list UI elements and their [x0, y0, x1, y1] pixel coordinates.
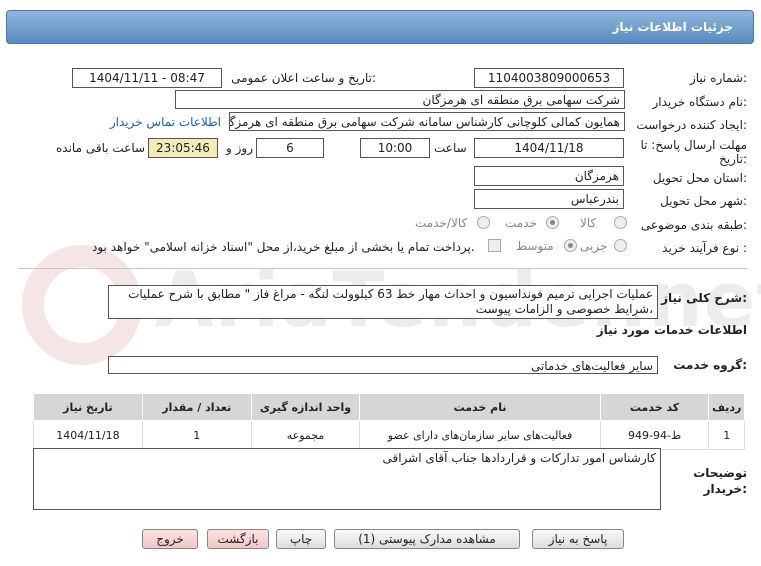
table-header-row: ردیف کد خدمت نام خدمت واحد اندازه گیری ت…: [33, 393, 745, 421]
col-qty: تعداد / مقدار: [141, 393, 252, 421]
category-radio-service[interactable]: [546, 216, 559, 229]
view-documents-button[interactable]: مشاهده مدارک پیوستی (1): [334, 529, 520, 549]
creator-field: همایون کمالی کلوچانی کارشناس سامانه شرکت…: [229, 112, 625, 131]
cell-unit: مجموعه: [250, 420, 361, 450]
table-row: 1 ط-94-949 فعالیت‌های سایر سازمان‌های دا…: [33, 420, 745, 450]
col-code: کد خدمت: [599, 393, 710, 421]
need-number-label: شماره نیاز:: [689, 71, 747, 85]
buyer-org-label: نام دستگاه خریدار:: [652, 95, 748, 109]
cell-date: 1404/11/18: [33, 420, 143, 450]
page-title: جزئیات اطلاعات نیاز: [612, 20, 733, 34]
col-name: نام خدمت: [359, 393, 601, 421]
treasury-checkbox[interactable]: [488, 239, 501, 252]
creator-label: ایجاد کننده درخواست:: [636, 118, 747, 132]
province-label: استان محل تحویل:: [652, 171, 747, 185]
cell-name: فعالیت‌های سایر سازمان‌های دارای عضو: [359, 420, 601, 450]
service-group-label: گروه خدمت:: [673, 358, 747, 372]
service-group-field: سایر فعالیت‌های خدماتی: [108, 356, 658, 374]
description-label: شرح کلی نیاز:: [661, 291, 747, 305]
cell-row: 1: [708, 420, 745, 450]
reply-button[interactable]: پاسخ به نیاز: [532, 529, 624, 549]
city-label: شهر محل تحویل:: [660, 194, 747, 208]
exit-button[interactable]: خروج: [142, 529, 198, 549]
days-field: 6: [256, 138, 324, 158]
print-button[interactable]: چاپ: [276, 529, 326, 549]
category-label: طبقه بندی موضوعی:: [640, 218, 747, 232]
process-medium-label: متوسط: [516, 239, 554, 253]
cell-code: ط-94-949: [599, 420, 710, 450]
category-radio-goods-service[interactable]: [477, 216, 490, 229]
remaining-label: ساعت باقی مانده: [56, 141, 146, 155]
buyer-notes-label: توضیحات خریدار:: [693, 466, 747, 496]
city-field: بندرعباس: [474, 189, 624, 209]
category-goods-service-label: کالا/خدمت: [415, 216, 468, 230]
page-title-bar: جزئیات اطلاعات نیاز: [6, 10, 754, 44]
services-table: ردیف کد خدمت نام خدمت واحد اندازه گیری ت…: [33, 393, 745, 450]
divider: [18, 268, 748, 269]
buyer-contact-link[interactable]: اطلاعات تماس خریدار: [110, 115, 221, 129]
col-row: ردیف: [708, 393, 745, 421]
province-field: هرمزگان: [474, 166, 624, 186]
buyer-notes-textarea[interactable]: کارشناس امور تدارکات و قراردادها جناب آق…: [33, 448, 661, 510]
process-radio-minor[interactable]: [614, 239, 627, 252]
services-section-title: اطلاعات خدمات مورد نیاز: [596, 323, 747, 337]
process-label: نوع فرآیند خرید :: [662, 241, 747, 255]
time-label: ساعت: [434, 141, 467, 155]
days-label: روز و: [226, 141, 253, 155]
process-radio-medium[interactable]: [564, 239, 577, 252]
announce-field: 1404/11/11 - 08:47: [72, 68, 222, 88]
buyer-org-field: شرکت سهامی برق منطقه ای هرمزگان: [175, 90, 625, 109]
col-unit: واحد اندازه گیری: [250, 393, 361, 421]
description-textarea[interactable]: عملیات اجرایی ترمیم فونداسیون و احداث مه…: [108, 285, 658, 319]
cell-qty: 1: [141, 420, 252, 450]
remaining-time-field: 23:05:46: [148, 138, 218, 158]
need-number-field: 1104003809000653: [474, 68, 624, 88]
category-service-label: خدمت: [505, 216, 537, 230]
payment-text: پرداخت تمام یا بخشی از مبلغ خرید،از محل …: [92, 240, 475, 254]
announce-label: تاریخ و ساعت اعلان عمومی:: [231, 71, 376, 85]
deadline-date-field: 1404/11/18: [474, 138, 624, 158]
category-goods-label: کالا: [580, 216, 597, 230]
category-radio-goods[interactable]: [614, 216, 627, 229]
col-date: تاریخ نیاز: [33, 393, 143, 421]
process-minor-label: جزیی: [580, 239, 608, 253]
back-button[interactable]: بازگشت: [207, 529, 269, 549]
deadline-label: مهلت ارسال پاسخ: تا تاریخ:: [640, 138, 747, 166]
deadline-time-field: 10:00: [360, 138, 430, 158]
